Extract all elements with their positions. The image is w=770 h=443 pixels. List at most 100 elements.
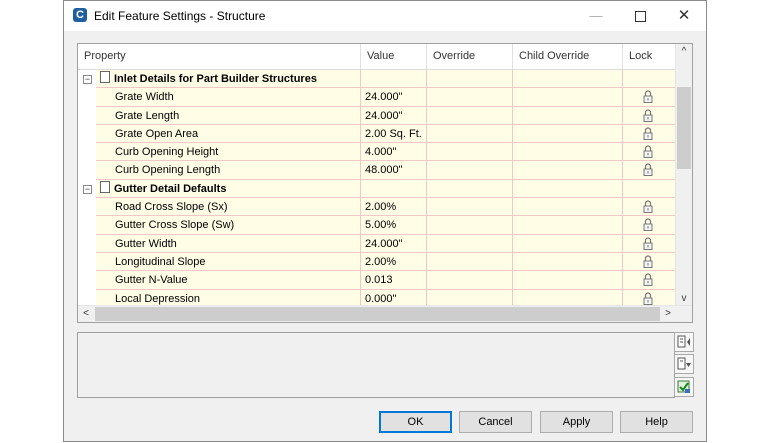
minimize-button[interactable]: — [574, 1, 618, 31]
filter-icon [677, 357, 691, 370]
lock-cell[interactable] [623, 124, 676, 144]
close-button[interactable]: ✕ [662, 1, 706, 31]
apply-button[interactable]: Apply [540, 411, 613, 433]
child-override-cell[interactable] [513, 88, 623, 107]
app-icon: C [73, 8, 87, 22]
check-settings-button[interactable] [674, 377, 694, 397]
lock-cell[interactable] [623, 198, 676, 217]
override-cell[interactable] [427, 106, 513, 125]
value-cell[interactable]: 2.00% [361, 252, 427, 272]
property-grid[interactable]: Property Value Override Child Override L… [77, 43, 693, 323]
property-name-cell[interactable]: Grate Width [96, 88, 361, 107]
property-name-cell[interactable]: Curb Opening Length [96, 161, 361, 180]
minimize-icon: — [589, 8, 603, 23]
horizontal-scroll-thumb[interactable] [95, 307, 660, 321]
property-name-cell[interactable]: Grate Open Area [96, 124, 361, 144]
lock-icon [643, 237, 653, 250]
value-cell[interactable]: 0.013 [361, 271, 427, 290]
child-override-cell[interactable] [513, 234, 623, 253]
table-row[interactable]: Grate Open Area 2.00 Sq. Ft. [78, 124, 676, 144]
scroll-left-button[interactable]: < [78, 306, 94, 322]
table-row[interactable]: Curb Opening Height 4.000" [78, 143, 676, 162]
value-cell[interactable]: 2.00 Sq. Ft. [361, 124, 427, 144]
group-row[interactable]: − Inlet Details for Part Builder Structur… [78, 70, 676, 89]
child-override-cell[interactable] [513, 143, 623, 162]
lock-cell[interactable] [623, 216, 676, 235]
value-cell[interactable]: 48.000" [361, 161, 427, 180]
column-header-lock[interactable]: Lock [623, 44, 676, 69]
lock-cell[interactable] [623, 161, 676, 180]
window-title: Edit Feature Settings - Structure [94, 9, 266, 23]
column-header-child-override[interactable]: Child Override [513, 44, 623, 69]
help-button[interactable]: Help [620, 411, 693, 433]
property-name-cell[interactable]: Gutter Width [96, 234, 361, 253]
filter-button[interactable] [674, 354, 694, 374]
grid-rows: − Inlet Details for Part Builder Structur… [78, 70, 676, 308]
child-override-cell[interactable] [513, 198, 623, 217]
collapse-icon[interactable]: − [83, 75, 92, 84]
property-name-cell[interactable]: Gutter Cross Slope (Sw) [96, 216, 361, 235]
override-cell[interactable] [427, 216, 513, 235]
lock-cell[interactable] [623, 234, 676, 253]
ok-button[interactable]: OK [379, 411, 452, 433]
value-cell[interactable]: 24.000" [361, 88, 427, 107]
table-row[interactable]: Grate Width 24.000" [78, 88, 676, 107]
table-row[interactable]: Road Cross Slope (Sx) 2.00% [78, 198, 676, 217]
override-cell[interactable] [427, 124, 513, 144]
child-override-cell[interactable] [513, 124, 623, 144]
lock-cell[interactable] [623, 143, 676, 162]
property-name-cell[interactable]: Curb Opening Height [96, 143, 361, 162]
value-cell[interactable]: 24.000" [361, 106, 427, 125]
property-name-cell[interactable]: Grate Length [96, 106, 361, 125]
table-row[interactable]: Gutter Cross Slope (Sw) 5.00% [78, 216, 676, 235]
horizontal-scrollbar[interactable]: < > [78, 305, 692, 322]
column-header-override[interactable]: Override [427, 44, 513, 69]
column-header-property[interactable]: Property [78, 44, 361, 69]
maximize-button[interactable] [618, 1, 662, 31]
value-cell[interactable]: 24.000" [361, 234, 427, 253]
collapse-icon[interactable]: − [83, 184, 92, 194]
value-cell[interactable]: 4.000" [361, 143, 427, 162]
vertical-scroll-thumb[interactable] [677, 87, 691, 169]
group-row[interactable]: − Gutter Detail Defaults [78, 179, 676, 199]
group-icon [100, 71, 110, 83]
lock-cell[interactable] [623, 252, 676, 272]
cancel-button[interactable]: Cancel [459, 411, 532, 433]
lock-icon [643, 90, 653, 104]
column-header-value[interactable]: Value [361, 44, 427, 69]
title-bar[interactable]: C Edit Feature Settings - Structure — ✕ [64, 1, 706, 31]
table-row[interactable]: Longitudinal Slope 2.00% [78, 252, 676, 272]
table-row[interactable]: Grate Length 24.000" [78, 106, 676, 125]
table-row[interactable]: Curb Opening Length 48.000" [78, 161, 676, 180]
property-name-cell[interactable]: Road Cross Slope (Sx) [96, 198, 361, 217]
child-override-cell[interactable] [513, 216, 623, 235]
tree-gutter [78, 198, 96, 217]
lock-cell[interactable] [623, 271, 676, 290]
property-name-cell[interactable]: Longitudinal Slope [96, 252, 361, 272]
child-override-cell[interactable] [513, 252, 623, 272]
override-cell[interactable] [427, 161, 513, 180]
scroll-up-button[interactable]: ^ [676, 44, 692, 60]
value-cell[interactable]: 2.00% [361, 198, 427, 217]
group-empty-cell [427, 70, 513, 89]
override-cell[interactable] [427, 271, 513, 290]
tree-gutter [78, 88, 96, 107]
lock-cell[interactable] [623, 88, 676, 107]
property-name-cell[interactable]: Gutter N-Value [96, 271, 361, 290]
override-cell[interactable] [427, 198, 513, 217]
lock-icon [643, 163, 653, 177]
override-cell[interactable] [427, 88, 513, 107]
child-override-cell[interactable] [513, 106, 623, 125]
override-cell[interactable] [427, 143, 513, 162]
lock-cell[interactable] [623, 106, 676, 125]
table-row[interactable]: Gutter N-Value 0.013 [78, 271, 676, 290]
child-override-cell[interactable] [513, 271, 623, 290]
expand-collapse-button[interactable] [674, 332, 694, 352]
table-row[interactable]: Gutter Width 24.000" [78, 234, 676, 253]
child-override-cell[interactable] [513, 161, 623, 180]
vertical-scrollbar[interactable]: ^ v [675, 44, 692, 307]
scroll-right-button[interactable]: > [660, 306, 676, 322]
override-cell[interactable] [427, 234, 513, 253]
override-cell[interactable] [427, 252, 513, 272]
value-cell[interactable]: 5.00% [361, 216, 427, 235]
